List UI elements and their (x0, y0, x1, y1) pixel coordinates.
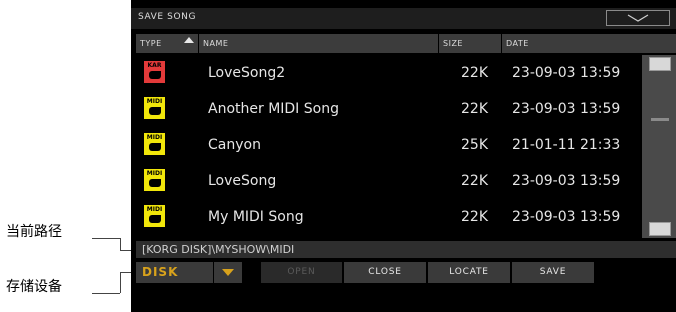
annotation-current-path: 当前路径 (6, 224, 62, 240)
leader-line (92, 238, 120, 239)
column-header-size-label: SIZE (443, 39, 463, 48)
scroll-thumb[interactable] (651, 118, 669, 121)
column-header-date-label: DATE (506, 39, 529, 48)
list-item[interactable]: MIDI My MIDI Song 22K 23-09-03 13:59 (136, 200, 641, 236)
save-song-dialog: SAVE SONG TYPE NAME SIZE DATE KAR LoveSo… (131, 0, 676, 312)
annotation-storage-device: 存储设备 (6, 279, 62, 295)
file-size: 25K (461, 137, 488, 153)
file-type-label: MIDI (146, 170, 163, 177)
file-list: KAR LoveSong2 22K 23-09-03 13:59 MIDI An… (136, 56, 641, 236)
column-header-size[interactable]: SIZE (439, 34, 501, 53)
file-type-label: KAR (147, 62, 162, 69)
file-name: Another MIDI Song (208, 101, 339, 117)
midi-file-icon: MIDI (144, 97, 165, 119)
scroll-down-button[interactable] (649, 222, 671, 236)
leader-line (120, 238, 121, 250)
leader-line (92, 293, 120, 294)
file-name: Canyon (208, 137, 261, 153)
midi-file-icon: MIDI (144, 133, 165, 155)
file-size: 22K (461, 65, 488, 81)
leader-line (120, 272, 121, 293)
file-type-label: MIDI (146, 206, 163, 213)
file-date: 23-09-03 13:59 (512, 65, 621, 81)
list-item[interactable]: MIDI Canyon 25K 21-01-11 21:33 (136, 128, 641, 164)
column-header-name[interactable]: NAME (199, 34, 438, 53)
file-size: 22K (461, 173, 488, 189)
dialog-title: SAVE SONG (138, 12, 197, 22)
column-header-type-label: TYPE (140, 39, 162, 48)
triangle-down-icon (222, 269, 234, 276)
column-headers: TYPE NAME SIZE DATE (136, 34, 676, 53)
file-date: 23-09-03 13:59 (512, 173, 621, 189)
scroll-up-button[interactable] (649, 57, 671, 71)
column-header-type[interactable]: TYPE (136, 34, 198, 53)
file-size: 22K (461, 101, 488, 117)
file-name: My MIDI Song (208, 209, 304, 225)
file-date: 23-09-03 13:59 (512, 101, 621, 117)
file-name: LoveSong (208, 173, 277, 189)
list-item[interactable]: KAR LoveSong2 22K 23-09-03 13:59 (136, 56, 641, 92)
column-header-name-label: NAME (203, 39, 229, 48)
sort-ascending-icon (184, 37, 194, 43)
file-type-label: MIDI (146, 98, 163, 105)
leader-line (120, 272, 131, 273)
file-date: 23-09-03 13:59 (512, 209, 621, 225)
midi-file-icon: MIDI (144, 205, 165, 227)
file-name: LoveSong2 (208, 65, 286, 81)
list-item[interactable]: MIDI LoveSong 22K 23-09-03 13:59 (136, 164, 641, 200)
device-dropdown-button[interactable] (214, 262, 242, 283)
kar-file-icon: KAR (144, 61, 165, 83)
save-button[interactable]: SAVE (512, 262, 594, 283)
file-size: 22K (461, 209, 488, 225)
current-path: [KORG DISK]\MYSHOW\MIDI (136, 241, 676, 258)
open-button[interactable]: OPEN (261, 262, 342, 283)
file-date: 21-01-11 21:33 (512, 137, 621, 153)
column-header-date[interactable]: DATE (502, 34, 676, 53)
storage-device-select[interactable]: DISK (136, 262, 213, 283)
locate-button[interactable]: LOCATE (428, 262, 510, 283)
menu-dropdown-button[interactable] (606, 10, 670, 26)
list-item[interactable]: MIDI Another MIDI Song 22K 23-09-03 13:5… (136, 92, 641, 128)
title-bar: SAVE SONG (131, 8, 676, 29)
file-type-label: MIDI (146, 134, 163, 141)
close-button[interactable]: CLOSE (344, 262, 426, 283)
chevron-down-icon (627, 14, 649, 22)
midi-file-icon: MIDI (144, 169, 165, 191)
scrollbar[interactable] (642, 55, 676, 238)
leader-line (120, 250, 131, 251)
